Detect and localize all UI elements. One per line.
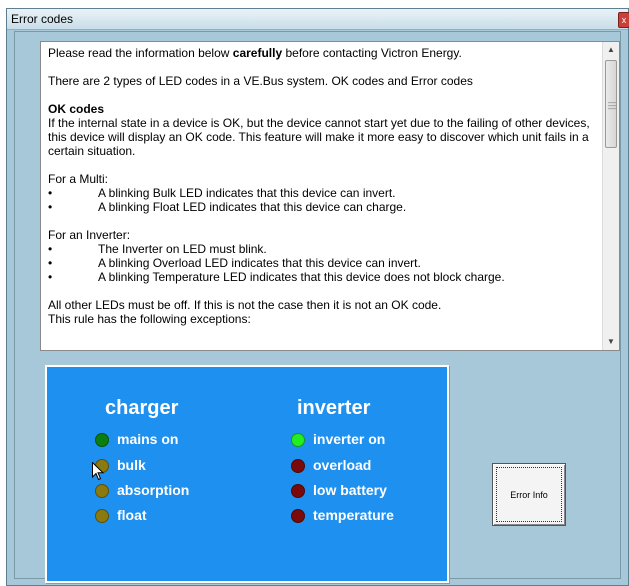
grip-icon: — — — [608, 98, 616, 113]
led-indicator-icon [291, 459, 305, 473]
led-label: inverter on [313, 431, 386, 447]
window-title: Error codes [11, 12, 74, 26]
led-label: mains on [117, 431, 179, 447]
multi-item: • A blinking Float LED indicates that thi… [48, 200, 407, 214]
bullet-icon: • [48, 200, 53, 214]
scroll-up-arrow-icon[interactable]: ▲ [603, 42, 619, 58]
inverter-title: inverter [297, 397, 371, 419]
exceptions-line: This rule has the following exceptions: [48, 312, 251, 326]
led-indicator-icon [291, 433, 305, 447]
led-indicator-icon [291, 509, 305, 523]
inverter-item: • A blinking Temperature LED indicates th… [48, 270, 505, 284]
bullet-icon: • [48, 242, 53, 256]
close-button[interactable]: x [618, 12, 629, 28]
multi-heading: For a Multi: [48, 172, 109, 186]
bullet-icon: • [48, 186, 53, 200]
inverter-item: • The Inverter on LED must blink. [48, 242, 267, 256]
intro-line: Please read the information below carefu… [48, 46, 462, 60]
multi-item: • A blinking Bulk LED indicates that this… [48, 186, 396, 200]
all-other-line: All other LEDs must be off. If this is n… [48, 298, 442, 312]
inverter-item: • A blinking Overload LED indicates that … [48, 256, 421, 270]
types-line: There are 2 types of LED codes in a VE.B… [48, 74, 473, 88]
close-icon: x [621, 15, 627, 25]
error-info-label: Error Info [510, 490, 548, 500]
led-label: absorption [117, 482, 190, 498]
led-indicator-icon [95, 433, 109, 447]
client-area: Please read the information below carefu… [14, 31, 621, 583]
title-bar[interactable]: Error codes x [7, 9, 629, 30]
led-label: bulk [117, 457, 146, 473]
led-indicator-icon [95, 509, 109, 523]
scroll-down-arrow-icon[interactable]: ▼ [603, 334, 619, 350]
mouse-cursor-icon [92, 462, 104, 481]
charger-title: charger [105, 397, 179, 419]
led-indicator-icon [95, 484, 109, 498]
ok-heading: OK codes [48, 102, 105, 116]
info-text: Please read the information below carefu… [48, 46, 596, 326]
error-codes-window: Error codes x Please read the informatio… [6, 8, 629, 586]
inverter-heading: For an Inverter: [48, 228, 131, 242]
bullet-icon: • [48, 270, 53, 284]
led-label: float [117, 507, 147, 523]
error-info-button[interactable]: Error Info [492, 463, 566, 526]
led-label: overload [313, 457, 372, 473]
led-label: low battery [313, 482, 387, 498]
ok-paragraph: If the internal state in a device is OK,… [48, 116, 590, 158]
led-indicator-icon [291, 484, 305, 498]
info-textbox[interactable]: Please read the information below carefu… [40, 41, 620, 351]
led-panel: charger inverter mains on bulk absorptio… [45, 365, 449, 583]
scroll-thumb[interactable]: — — — [605, 60, 617, 148]
led-label: temperature [313, 507, 394, 523]
vertical-scrollbar[interactable]: ▲ — — — ▼ [602, 42, 619, 350]
bullet-icon: • [48, 256, 53, 270]
